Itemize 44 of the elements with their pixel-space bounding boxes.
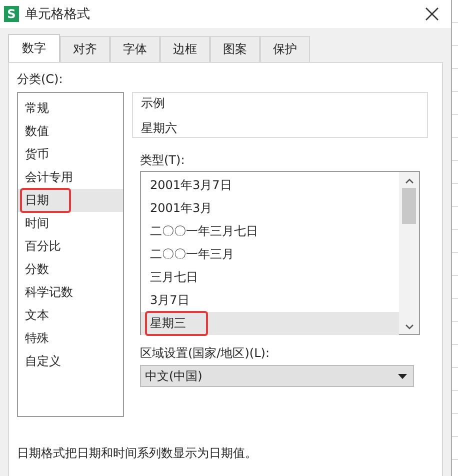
list-item[interactable]: 特殊 [18, 327, 123, 350]
list-item[interactable]: 会计专用 [18, 166, 123, 189]
scroll-thumb[interactable] [402, 188, 416, 224]
list-item[interactable]: 常规 [18, 97, 123, 120]
scroll-up-icon[interactable] [404, 178, 414, 184]
list-item[interactable]: 2001年3月 [141, 197, 399, 220]
window-title: 单元格格式 [25, 6, 91, 23]
close-icon[interactable] [425, 7, 439, 21]
category-label: 分类(C): [17, 71, 64, 88]
type-list[interactable]: 2001年3月7日 2001年3月 二〇〇一年三月七日 二〇〇一年三月 三月七日 3月7日 星期三 [140, 171, 420, 335]
list-item[interactable]: 星期三 [141, 312, 399, 335]
description-text: 日期格式把日期和时间系列数显示为日期值。 [17, 445, 258, 462]
highlight-annotation: 日期 [20, 188, 71, 213]
type-label: 类型(T): [140, 152, 186, 169]
tab[interactable]: 对齐 [60, 36, 110, 62]
list-item[interactable]: 货币 [18, 143, 123, 166]
tab[interactable]: 字体 [110, 36, 160, 62]
app-icon: S [4, 6, 19, 22]
scrollbar[interactable] [399, 172, 419, 334]
locale-label: 区域设置(国家/地区)(L): [140, 345, 270, 362]
list-item[interactable]: 时间 [18, 212, 123, 235]
list-item[interactable]: 百分比 [18, 235, 123, 258]
list-item[interactable]: 日期 [18, 189, 123, 212]
list-item[interactable]: 二〇〇一年三月 [141, 243, 399, 266]
list-item[interactable]: 数值 [18, 120, 123, 143]
list-item[interactable]: 三月七日 [141, 266, 399, 289]
sample-label: 示例 [141, 95, 165, 112]
list-item[interactable]: 科学记数 [18, 281, 123, 304]
list-item[interactable]: 分数 [18, 258, 123, 281]
locale-dropdown[interactable]: 中文(中国) [140, 365, 414, 387]
list-item[interactable]: 文本 [18, 304, 123, 327]
tab[interactable]: 数字 [8, 34, 60, 62]
tab[interactable]: 图案 [210, 36, 260, 62]
list-item[interactable]: 2001年3月7日 [141, 174, 399, 197]
list-item[interactable]: 自定义 [18, 350, 123, 373]
list-item[interactable]: 二〇〇一年三月七日 [141, 220, 399, 243]
tab[interactable]: 保护 [260, 36, 310, 62]
scroll-down-icon[interactable] [404, 324, 414, 330]
dropdown-caret-icon [398, 374, 407, 378]
category-list[interactable]: 常规 数值 货币 会计专用 日期 时间 百分比 分数 科学记数 文本 特殊 自定义 [17, 92, 124, 417]
highlight-annotation: 星期三 [145, 311, 208, 336]
list-item[interactable]: 3月7日 [141, 289, 399, 312]
tab[interactable]: 边框 [160, 36, 210, 62]
sample-value: 星期六 [141, 120, 178, 137]
